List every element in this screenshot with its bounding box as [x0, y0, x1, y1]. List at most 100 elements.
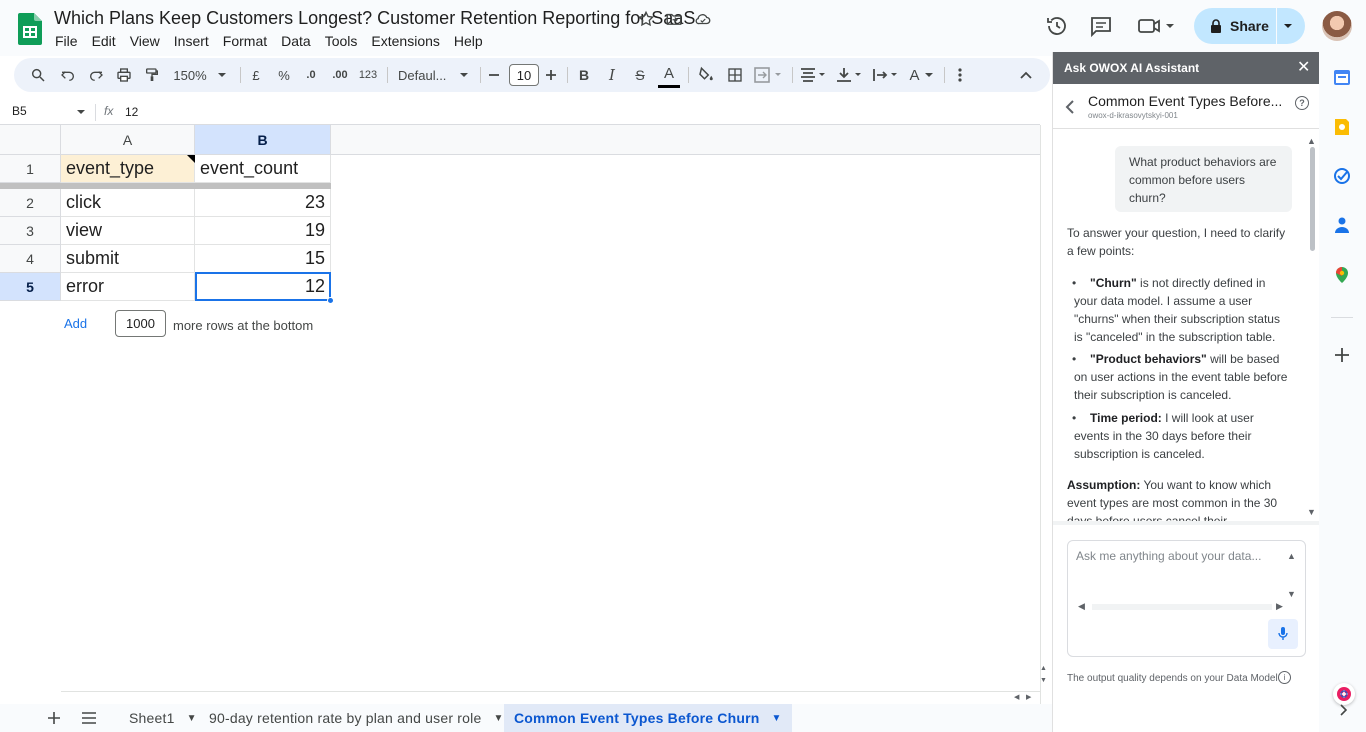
keep-icon[interactable]: [1333, 118, 1351, 136]
share-main-button[interactable]: Share: [1194, 8, 1276, 44]
row-header-2[interactable]: 2: [0, 189, 61, 217]
text-color-button[interactable]: A: [658, 62, 680, 88]
vertical-align-icon[interactable]: [834, 58, 866, 92]
chat-messages[interactable]: What product behaviors are common before…: [1053, 129, 1320, 521]
calendar-icon[interactable]: [1333, 68, 1351, 86]
font-size-input[interactable]: 10: [509, 64, 539, 86]
chat-scroll-up-icon[interactable]: ▲: [1307, 136, 1316, 146]
row-header-1[interactable]: 1: [0, 155, 61, 183]
chat-input[interactable]: Ask me anything about your data... ▲ ▼ ◀…: [1067, 540, 1306, 657]
number-format-button[interactable]: 123: [356, 58, 380, 92]
menu-help[interactable]: Help: [447, 31, 490, 51]
menu-extensions[interactable]: Extensions: [364, 31, 446, 51]
text-wrapping-icon[interactable]: [870, 58, 902, 92]
print-icon[interactable]: [112, 58, 136, 92]
fill-color-icon[interactable]: [695, 58, 717, 92]
name-box-chevron-icon[interactable]: [76, 107, 86, 117]
sheet-tab-sheet1[interactable]: Sheet1 ▼: [129, 704, 197, 732]
chevron-down-icon[interactable]: ▼: [493, 713, 503, 724]
decrease-decimal-button[interactable]: .0: [300, 58, 322, 92]
close-icon[interactable]: ✕: [1297, 60, 1310, 76]
help-icon[interactable]: ?: [1295, 96, 1309, 110]
horizontal-scrollbar[interactable]: ◀ ▶: [61, 691, 1040, 703]
contacts-icon[interactable]: [1333, 216, 1351, 234]
header-cell-b1[interactable]: event_count: [195, 155, 331, 183]
cell-a4[interactable]: submit: [61, 245, 195, 273]
microphone-button[interactable]: [1268, 619, 1298, 649]
info-icon[interactable]: i: [1278, 671, 1291, 684]
increase-font-size-icon[interactable]: [543, 58, 559, 92]
cell-a5[interactable]: error: [61, 273, 195, 301]
input-scroll-down-icon[interactable]: ▼: [1287, 589, 1296, 599]
star-icon[interactable]: [637, 10, 657, 30]
fill-handle[interactable]: [327, 297, 334, 304]
row-header-3[interactable]: 3: [0, 217, 61, 245]
redo-icon[interactable]: [84, 58, 108, 92]
spreadsheet-grid[interactable]: A B 1 2 3 4 5 event_type event_count cli…: [0, 125, 1047, 705]
sheet-tab-common-events[interactable]: Common Event Types Before Churn ▼: [504, 704, 792, 732]
chevron-down-icon[interactable]: ▼: [772, 713, 782, 724]
collapse-menus-icon[interactable]: [1016, 58, 1036, 92]
zoom-select[interactable]: 150%: [170, 58, 210, 92]
menu-insert[interactable]: Insert: [167, 31, 216, 51]
merge-cells-icon[interactable]: [752, 58, 786, 92]
all-sheets-icon[interactable]: [81, 711, 97, 725]
input-scroll-left-icon[interactable]: ◀: [1078, 601, 1085, 612]
horizontal-align-icon[interactable]: [798, 58, 830, 92]
format-currency-button[interactable]: £: [248, 58, 264, 92]
menu-file[interactable]: File: [48, 31, 85, 51]
tasks-icon[interactable]: [1333, 167, 1351, 185]
row-header-4[interactable]: 4: [0, 245, 61, 273]
chat-scroll-down-icon[interactable]: ▼: [1307, 507, 1316, 517]
cell-b4[interactable]: 15: [195, 245, 331, 273]
add-rows-button[interactable]: Add: [64, 316, 87, 331]
header-cell-a1[interactable]: event_type: [61, 155, 195, 183]
font-family-select[interactable]: Defaul...: [398, 58, 454, 92]
increase-decimal-button[interactable]: .00: [328, 58, 352, 92]
cell-b2[interactable]: 23: [195, 189, 331, 217]
column-header-b[interactable]: B: [195, 125, 331, 155]
strikethrough-button[interactable]: S: [630, 58, 650, 92]
bold-button[interactable]: B: [574, 58, 594, 92]
cell-a2[interactable]: click: [61, 189, 195, 217]
document-title[interactable]: Which Plans Keep Customers Longest? Cust…: [54, 8, 695, 29]
menu-edit[interactable]: Edit: [85, 31, 123, 51]
menu-format[interactable]: Format: [216, 31, 274, 51]
cloud-status-icon[interactable]: [693, 10, 713, 30]
sheets-logo-icon[interactable]: [18, 13, 42, 45]
chat-scrollbar-thumb[interactable]: [1310, 147, 1315, 251]
share-button[interactable]: Share: [1194, 8, 1305, 44]
cell-b3[interactable]: 19: [195, 217, 331, 245]
input-horizontal-scrollbar[interactable]: ◀ ▶: [1078, 601, 1283, 613]
maps-icon[interactable]: [1333, 266, 1351, 284]
chevron-down-icon[interactable]: [1280, 18, 1296, 34]
column-header-a[interactable]: A: [61, 125, 195, 155]
row-header-5[interactable]: 5: [0, 273, 61, 301]
zoom-chevron-icon[interactable]: [214, 58, 230, 92]
comments-icon[interactable]: [1089, 14, 1113, 38]
add-rows-count-input[interactable]: 1000: [115, 310, 166, 337]
meet-video-icon[interactable]: [1137, 14, 1177, 38]
scroll-left-arrow-icon[interactable]: ◀: [1014, 693, 1019, 701]
paint-format-icon[interactable]: [140, 58, 164, 92]
scroll-right-arrow-icon[interactable]: ▶: [1026, 693, 1031, 701]
chevron-down-icon[interactable]: ▼: [187, 713, 197, 724]
hide-side-panel-icon[interactable]: [1339, 704, 1347, 716]
undo-icon[interactable]: [56, 58, 80, 92]
sheet-tab-retention[interactable]: 90-day retention rate by plan and user r…: [209, 704, 504, 732]
move-folder-icon[interactable]: [665, 10, 685, 30]
input-scroll-right-icon[interactable]: ▶: [1276, 601, 1283, 612]
menu-tools[interactable]: Tools: [318, 31, 365, 51]
add-addon-icon[interactable]: [1333, 346, 1351, 364]
scroll-down-arrow-icon[interactable]: ▼: [1040, 677, 1050, 689]
borders-icon[interactable]: [724, 58, 746, 92]
formula-input[interactable]: 12: [125, 105, 138, 119]
owox-addon-icon[interactable]: [1333, 683, 1355, 705]
input-scroll-up-icon[interactable]: ▲: [1287, 551, 1296, 561]
search-menus-icon[interactable]: [26, 58, 50, 92]
italic-button[interactable]: I: [602, 58, 622, 92]
more-options-icon[interactable]: [950, 58, 970, 92]
add-sheet-icon[interactable]: [46, 710, 62, 726]
back-arrow-icon[interactable]: [1065, 100, 1075, 114]
select-all-corner[interactable]: [0, 125, 61, 155]
